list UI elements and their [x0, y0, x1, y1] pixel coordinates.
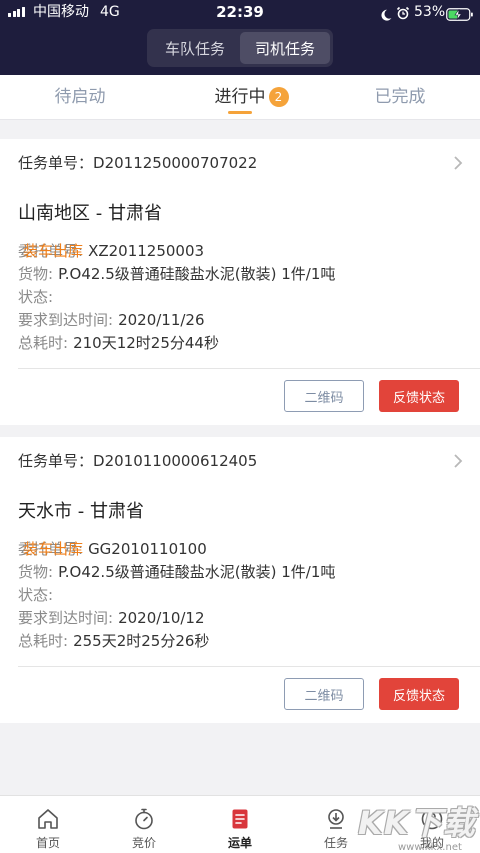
route-title: 山南地区 - 甘肃省	[18, 203, 162, 224]
battery-charging-icon	[446, 6, 474, 25]
detail-value: P.O42.5级普通硅酸盐水泥(散装) 1件/1吨	[58, 563, 336, 581]
qr-code-button[interactable]: 二维码	[284, 678, 364, 710]
nav-item-profile[interactable]: 我的	[384, 796, 480, 853]
status-tabs: 待启动 进行中 2 已完成	[0, 75, 480, 120]
detail-total-time: 总耗时: 210天12时25分44秒	[18, 332, 335, 355]
home-icon	[38, 809, 58, 829]
chevron-right-icon[interactable]	[452, 155, 464, 171]
task-card[interactable]: 任务单号：D2011250000707022 山南地区 - 甘肃省 委托单号: X…	[0, 139, 480, 425]
status-bar: 中国移动 4G 22:39 53%	[0, 0, 480, 25]
task-icon	[328, 809, 344, 829]
feedback-status-button[interactable]: 反馈状态	[379, 380, 459, 412]
moon-icon	[380, 6, 392, 25]
count-badge: 2	[268, 87, 289, 107]
battery-percent: 53%	[414, 4, 446, 20]
detail-total-time: 总耗时: 255天2时25分26秒	[18, 630, 335, 653]
detail-label: 货物:	[18, 563, 54, 581]
detail-label: 总耗时:	[18, 632, 69, 650]
card-divider	[18, 368, 480, 369]
segment-driver-tasks[interactable]: 司机任务	[240, 32, 330, 64]
nav-label: 运单	[227, 836, 252, 850]
tab-label: 进行中	[214, 87, 266, 107]
status-value: 装车出库	[23, 540, 84, 558]
task-details: 委托单号: GG2010110100 货物: P.O42.5级普通硅酸盐水泥(散装)…	[18, 538, 335, 653]
nav-label: 我的	[419, 836, 444, 850]
detail-label: 要求到达时间:	[18, 311, 114, 329]
signal-icon	[8, 6, 25, 17]
detail-value: P.O42.5级普通硅酸盐水泥(散装) 1件/1吨	[58, 265, 336, 283]
route-title: 天水市 - 甘肃省	[18, 501, 144, 522]
detail-value: 2020/11/26	[118, 311, 205, 329]
nav-label: 首页	[35, 836, 60, 850]
detail-cargo: 货物: P.O42.5级普通硅酸盐水泥(散装) 1件/1吨	[18, 561, 335, 584]
detail-arrival-time: 要求到达时间: 2020/11/26	[18, 309, 335, 332]
app-header: 中国移动 4G 22:39 53% 车队任务 司机任务	[0, 0, 480, 75]
nav-item-tasks[interactable]: 任务	[288, 796, 384, 853]
tab-label: 已完成	[374, 87, 426, 107]
tab-in-progress[interactable]: 进行中 2	[160, 75, 320, 119]
detail-label: 总耗时:	[18, 334, 69, 352]
detail-cargo: 货物: P.O42.5级普通硅酸盐水泥(散装) 1件/1吨	[18, 263, 335, 286]
detail-status: 状态: 装车出库	[18, 540, 335, 607]
waybill-icon	[232, 809, 248, 829]
detail-label: 状态:	[18, 586, 54, 604]
task-number-label: 任务单号：	[18, 452, 94, 470]
alarm-icon	[396, 5, 410, 24]
nav-item-home[interactable]: 首页	[0, 796, 96, 853]
status-value: 装车出库	[23, 242, 84, 260]
clock-time: 22:39	[216, 3, 264, 21]
task-card[interactable]: 任务单号：D2010110000612405 天水市 - 甘肃省 委托单号: GG…	[0, 437, 480, 723]
tab-label-wrap: 进行中 2	[214, 86, 289, 108]
task-number: D2010110000612405	[93, 452, 258, 470]
segment-fleet-tasks[interactable]: 车队任务	[150, 32, 240, 64]
stopwatch-icon	[135, 808, 153, 830]
detail-label: 状态:	[18, 288, 54, 306]
profile-icon	[421, 808, 443, 830]
task-details: 委托单号: XZ2011250003 货物: P.O42.5级普通硅酸盐水泥(散装)…	[18, 240, 335, 355]
detail-value: 210天12时25分44秒	[73, 334, 219, 352]
qr-code-button[interactable]: 二维码	[284, 380, 364, 412]
tab-pending[interactable]: 待启动	[0, 75, 160, 119]
tab-label: 待启动	[54, 87, 106, 107]
detail-status: 状态: 装车出库	[18, 242, 335, 309]
task-number: D2011250000707022	[93, 154, 258, 172]
feedback-status-button[interactable]: 反馈状态	[379, 678, 459, 710]
carrier-name: 中国移动	[33, 4, 89, 20]
detail-value: 2020/10/12	[118, 609, 205, 627]
detail-label: 要求到达时间:	[18, 609, 114, 627]
network-type: 4G	[100, 4, 120, 20]
detail-value: 255天2时25分26秒	[73, 632, 210, 650]
task-number-row[interactable]: 任务单号：D2011250000707022	[18, 153, 257, 173]
active-tab-indicator	[228, 111, 252, 114]
tab-completed[interactable]: 已完成	[320, 75, 480, 119]
detail-label: 货物:	[18, 265, 54, 283]
nav-item-bidding[interactable]: 竞价	[96, 796, 192, 853]
detail-arrival-time: 要求到达时间: 2020/10/12	[18, 607, 335, 630]
nav-item-waybill[interactable]: 运单	[192, 796, 288, 853]
card-divider	[18, 666, 480, 667]
task-type-switch: 车队任务 司机任务	[147, 29, 333, 67]
chevron-right-icon[interactable]	[452, 453, 464, 469]
bottom-navigation: 首页 竞价 运单 任务 我的	[0, 795, 480, 853]
task-number-row[interactable]: 任务单号：D2010110000612405	[18, 451, 257, 471]
nav-label: 竞价	[131, 836, 156, 850]
task-number-label: 任务单号：	[18, 154, 94, 172]
nav-label: 任务	[323, 836, 348, 850]
